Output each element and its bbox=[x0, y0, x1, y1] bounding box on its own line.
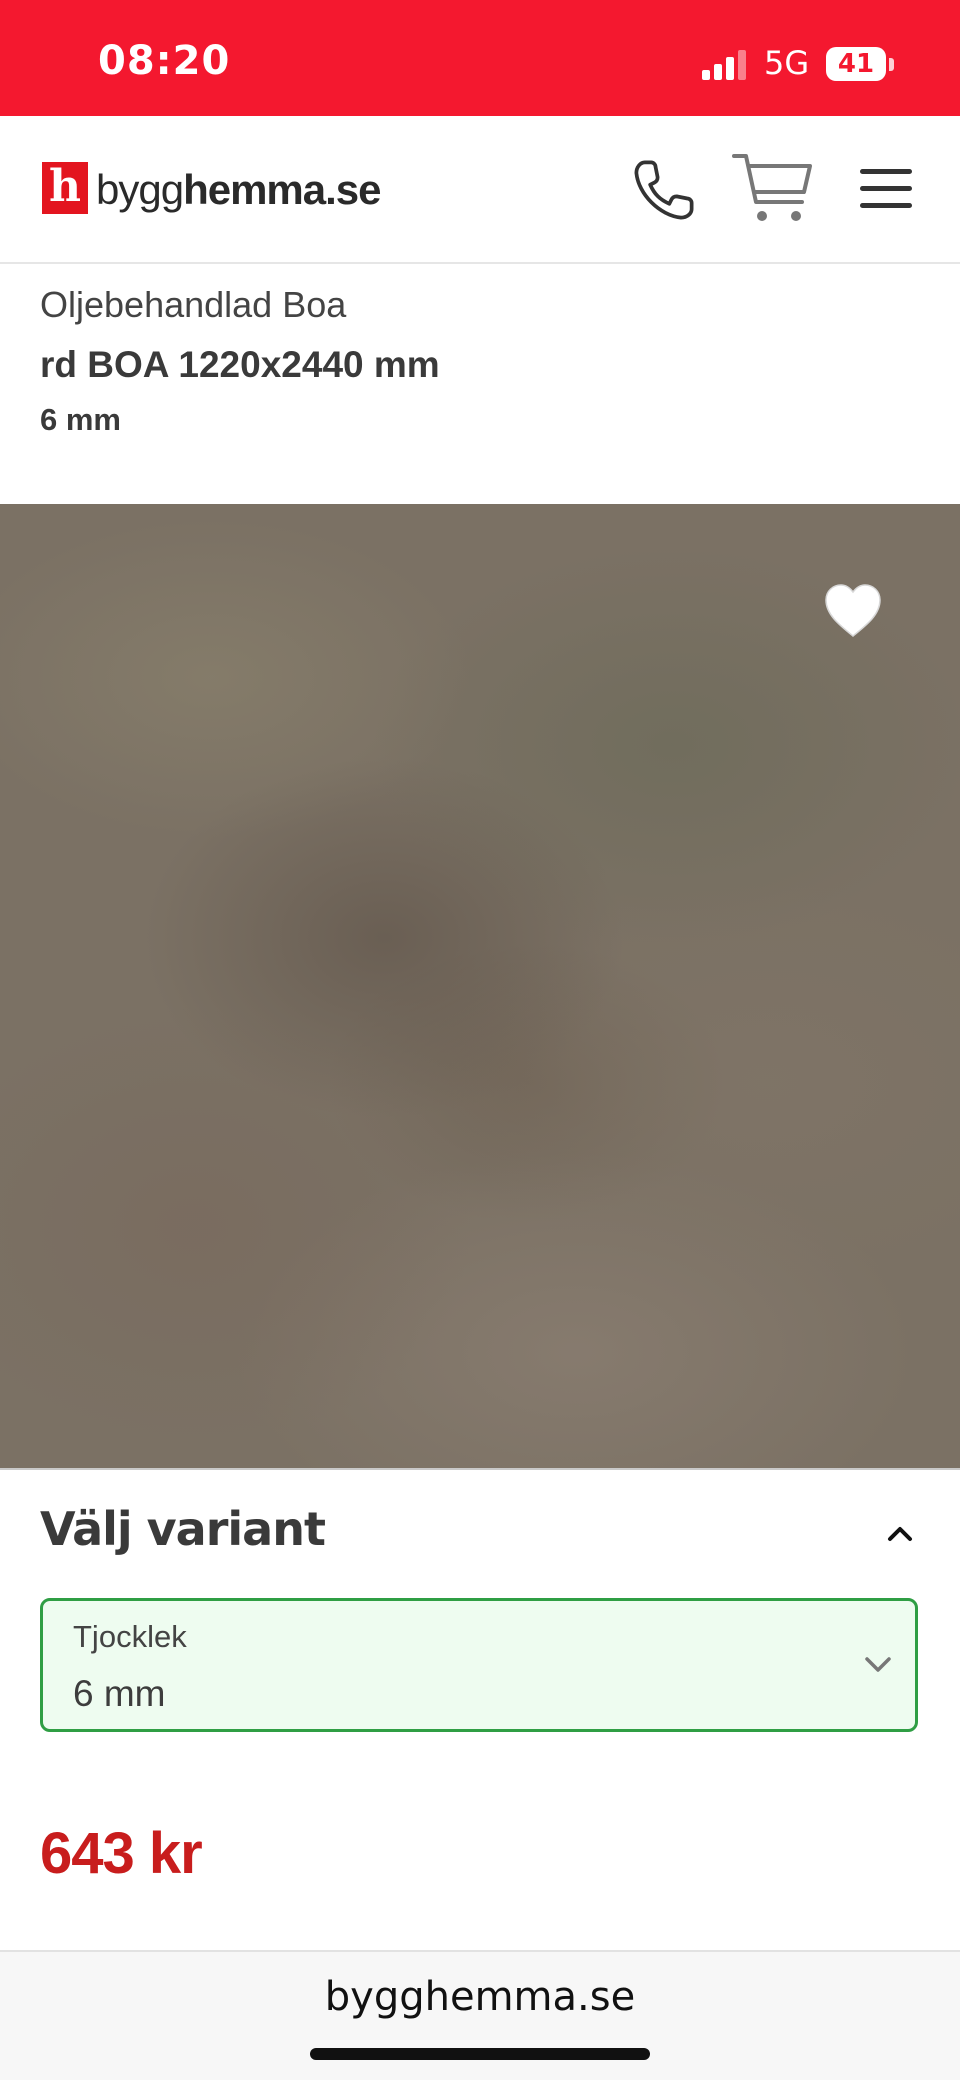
phone-icon[interactable] bbox=[630, 156, 698, 224]
browser-bottom-bar: bygghemma.se bbox=[0, 1950, 960, 2080]
site-header: h bygghemma.se bbox=[0, 116, 960, 264]
product-image[interactable] bbox=[0, 504, 960, 1470]
address-bar[interactable]: bygghemma.se bbox=[0, 1974, 960, 2020]
chevron-up-icon[interactable] bbox=[880, 1518, 920, 1550]
menu-icon[interactable] bbox=[858, 166, 914, 212]
product-brand: Oljebehandlad Boa bbox=[40, 284, 347, 325]
network-label: 5G bbox=[764, 44, 810, 82]
product-price: 643 kr bbox=[40, 1821, 203, 1886]
thickness-select[interactable]: Tjocklek 6 mm bbox=[40, 1598, 918, 1732]
logo-text: bygghemma.se bbox=[96, 166, 382, 213]
battery-icon: 41 bbox=[826, 45, 896, 83]
product-variant: 6 mm bbox=[40, 402, 121, 437]
status-bar: 08:20 5G 41 bbox=[0, 0, 960, 116]
battery-level: 41 bbox=[837, 49, 875, 79]
status-time: 08:20 bbox=[98, 38, 231, 84]
variant-section-title: Välj variant bbox=[40, 1502, 326, 1556]
home-indicator[interactable] bbox=[310, 2048, 650, 2060]
chevron-down-icon bbox=[865, 1657, 891, 1672]
select-value: 6 mm bbox=[73, 1673, 166, 1714]
logo-mark: h bbox=[42, 162, 88, 214]
signal-icon bbox=[702, 50, 746, 80]
heart-icon[interactable] bbox=[818, 576, 888, 646]
product-name: rd BOA 1220x2440 mm bbox=[40, 344, 440, 385]
select-label: Tjocklek bbox=[73, 1619, 187, 1654]
cart-icon[interactable] bbox=[730, 146, 814, 230]
